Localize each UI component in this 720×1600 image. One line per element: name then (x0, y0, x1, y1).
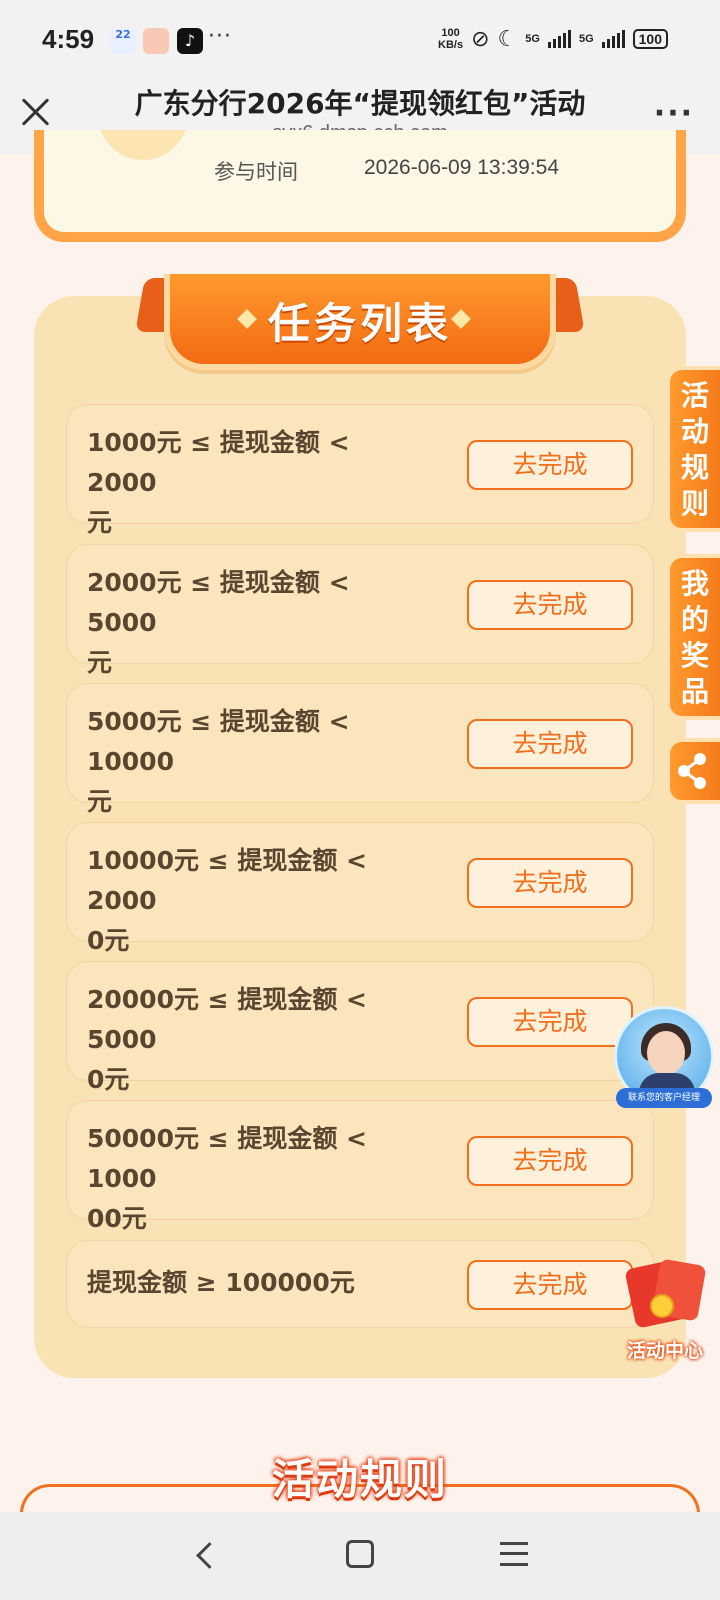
contact-manager-label[interactable]: 联系您的客户经理 (616, 1088, 712, 1108)
mascot-app-icon (143, 28, 169, 54)
task-list-title: 任务列表 (267, 299, 452, 348)
task-row: 提现金额 ≥ 100000元 去完成 (66, 1240, 654, 1328)
task-condition-line2: 00元 (87, 1204, 147, 1233)
activity-center-label[interactable]: 活动中心 (620, 1336, 710, 1363)
task-condition: 1000元 ≤ 提现金额 < 2000 元 (87, 423, 427, 543)
task-condition: 50000元 ≤ 提现金额 < 1000 00元 (87, 1119, 427, 1239)
participation-time-value: 2026-06-09 13:39:54 (364, 156, 559, 179)
task-row: 5000元 ≤ 提现金额 < 10000 元 去完成 (66, 683, 654, 816)
gold-coin-icon (650, 1294, 674, 1318)
task-condition-line1: 提现金额 ≥ 100000元 (87, 1268, 355, 1297)
participation-time-label: 参与时间 (214, 160, 298, 184)
go-complete-button[interactable]: 去完成 (467, 580, 633, 630)
link-icon: ⊘ (471, 26, 490, 51)
status-bar: 4:59 22 ♪ ··· 100 KB/s ⊘ ☾ 5G 5G 100 (0, 0, 720, 80)
activity-center-widget[interactable] (620, 1258, 710, 1342)
task-condition-line2: 元 (87, 648, 113, 677)
my-prizes-tab[interactable]: 我的奖品 (666, 554, 720, 720)
share-button[interactable] (666, 738, 720, 804)
task-condition-line2: 元 (87, 787, 113, 816)
net-speed: 100 KB/s (438, 27, 463, 51)
page-title: 广东分行2026年“提现领红包”活动 (134, 87, 586, 120)
signal-bars-2-icon (601, 30, 625, 48)
go-complete-button[interactable]: 去完成 (467, 440, 633, 490)
rules-section-title: 活动规则 (271, 1455, 448, 1504)
my-prizes-tab-label: 我的奖品 (680, 567, 709, 708)
go-complete-button[interactable]: 去完成 (467, 997, 633, 1047)
share-icon (678, 753, 706, 789)
tiktok-icon: ♪ (177, 28, 203, 54)
avatar-face (647, 1031, 685, 1075)
go-complete-button[interactable]: 去完成 (467, 1136, 633, 1186)
home-icon[interactable] (346, 1540, 374, 1568)
task-condition-line1: 20000元 ≤ 提现金额 < 5000 (87, 985, 367, 1054)
task-condition-line1: 2000元 ≤ 提现金额 < 5000 (87, 568, 350, 637)
task-condition-line1: 5000元 ≤ 提现金额 < 10000 (87, 707, 350, 776)
participation-card: 参与时间 2026-06-09 13:39:54 (34, 130, 686, 242)
back-icon[interactable] (190, 1540, 220, 1570)
task-row: 20000元 ≤ 提现金额 < 5000 0元 去完成 (66, 961, 654, 1094)
activity-rules-tab[interactable]: 活动规则 (666, 366, 720, 532)
go-complete-button[interactable]: 去完成 (467, 719, 633, 769)
task-condition: 提现金额 ≥ 100000元 (87, 1263, 427, 1303)
task-row: 50000元 ≤ 提现金额 < 1000 00元 去完成 (66, 1100, 654, 1233)
net-speed-unit: KB/s (438, 39, 464, 51)
task-condition-line2: 0元 (87, 1065, 130, 1094)
task-condition-line2: 元 (87, 508, 113, 537)
calendar-day: 22 (115, 28, 131, 41)
more-notifications-icon: ··· (208, 24, 232, 49)
system-nav-bar (0, 1512, 720, 1600)
close-icon[interactable] (18, 94, 54, 130)
task-condition-line1: 10000元 ≤ 提现金额 < 2000 (87, 846, 367, 915)
signal-2-label: 5G (578, 33, 594, 45)
medal-decoration (98, 130, 188, 160)
task-condition: 20000元 ≤ 提现金额 < 5000 0元 (87, 980, 427, 1100)
task-row: 10000元 ≤ 提现金额 < 2000 0元 去完成 (66, 822, 654, 955)
signal-1-label: 5G (525, 33, 540, 45)
task-condition: 2000元 ≤ 提现金额 < 5000 元 (87, 563, 427, 683)
task-condition-line1: 1000元 ≤ 提现金额 < 2000 (87, 428, 350, 497)
task-row: 2000元 ≤ 提现金额 < 5000 元 去完成 (66, 544, 654, 677)
do-not-disturb-moon-icon: ☾ (497, 26, 518, 51)
status-time: 4:59 (42, 24, 95, 54)
menu-icon[interactable] (500, 1542, 528, 1566)
more-menu-button[interactable]: ··· (654, 99, 694, 129)
status-right: 100 KB/s ⊘ ☾ 5G 5G 100 (438, 26, 668, 52)
task-list-banner: 任务列表 (164, 274, 556, 370)
calendar-app-icon: 22 (110, 28, 136, 54)
net-speed-value: 100 (441, 27, 460, 39)
signal-bars-1-icon (547, 30, 571, 48)
task-condition: 5000元 ≤ 提现金额 < 10000 元 (87, 702, 427, 822)
task-condition-line1: 50000元 ≤ 提现金额 < 1000 (87, 1124, 367, 1193)
task-condition-line2: 0元 (87, 926, 130, 955)
task-condition: 10000元 ≤ 提现金额 < 2000 0元 (87, 841, 427, 961)
go-complete-button[interactable]: 去完成 (467, 1260, 633, 1310)
activity-rules-tab-label: 活动规则 (680, 379, 709, 520)
battery-icon: 100 (632, 29, 668, 49)
task-row: 1000元 ≤ 提现金额 < 2000 元 去完成 (66, 404, 654, 537)
go-complete-button[interactable]: 去完成 (467, 858, 633, 908)
